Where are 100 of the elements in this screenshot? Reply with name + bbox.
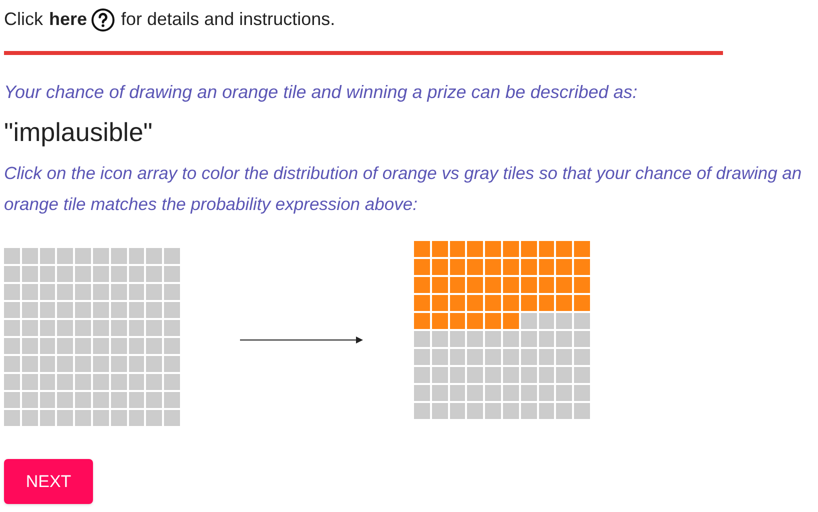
tile[interactable] [414,277,430,293]
tile[interactable] [556,241,572,257]
tile[interactable] [574,295,590,311]
tile[interactable] [538,313,554,329]
tile[interactable] [432,349,448,365]
tile[interactable] [432,313,448,329]
tile[interactable] [467,295,484,311]
tile[interactable] [503,331,519,347]
tile[interactable] [538,241,554,257]
tile[interactable] [538,331,554,347]
tile[interactable] [485,277,501,293]
tile[interactable] [450,403,466,419]
tile[interactable] [556,385,572,401]
next-button[interactable]: NEXT [4,459,93,504]
tile[interactable] [520,331,537,347]
tile[interactable] [503,385,519,401]
tile[interactable] [414,367,430,383]
tile[interactable] [520,241,537,257]
tile[interactable] [503,295,519,311]
tile[interactable] [520,349,537,365]
tile[interactable] [467,277,484,293]
tile[interactable] [503,349,519,365]
tile[interactable] [485,385,501,401]
tile[interactable] [520,367,537,383]
tile[interactable] [556,331,572,347]
tile[interactable] [485,241,501,257]
tile[interactable] [432,385,448,401]
tile[interactable] [467,403,484,419]
tile[interactable] [538,367,554,383]
tile[interactable] [450,295,466,311]
tile[interactable] [450,385,466,401]
tile[interactable] [414,313,430,329]
tile[interactable] [503,259,519,275]
tile[interactable] [414,403,430,419]
tile[interactable] [574,367,590,383]
tile[interactable] [432,241,448,257]
tile[interactable] [520,259,537,275]
tile[interactable] [556,403,572,419]
tile[interactable] [556,313,572,329]
tile[interactable] [520,313,537,329]
tile[interactable] [520,277,537,293]
tile[interactable] [467,331,484,347]
tile[interactable] [485,313,501,329]
tile[interactable] [520,403,537,419]
tile[interactable] [503,403,519,419]
tile[interactable] [574,259,590,275]
tile[interactable] [538,259,554,275]
help-link[interactable]: here [49,6,88,33]
tile[interactable] [556,295,572,311]
tile[interactable] [503,277,519,293]
tile[interactable] [450,277,466,293]
tile[interactable] [467,313,484,329]
tile[interactable] [485,349,501,365]
tile[interactable] [485,295,501,311]
tile[interactable] [450,313,466,329]
tile[interactable] [538,403,554,419]
tile[interactable] [485,259,501,275]
tile[interactable] [485,367,501,383]
tile[interactable] [556,349,572,365]
tile[interactable] [574,313,590,329]
tile[interactable] [538,295,554,311]
tile[interactable] [574,331,590,347]
tile[interactable] [538,277,554,293]
tile[interactable] [520,295,537,311]
tile[interactable] [414,259,430,275]
tile[interactable] [414,331,430,347]
tile[interactable] [450,331,466,347]
tile[interactable] [450,259,466,275]
tile[interactable] [556,277,572,293]
tile[interactable] [432,331,448,347]
tile[interactable] [414,349,430,365]
tile[interactable] [556,259,572,275]
tile[interactable] [414,241,430,257]
tile[interactable] [538,385,554,401]
tile[interactable] [574,277,590,293]
tile[interactable] [467,241,484,257]
tile[interactable] [450,241,466,257]
tile[interactable] [432,295,448,311]
help-icon[interactable] [91,8,116,32]
tile[interactable] [574,349,590,365]
tile[interactable] [520,385,537,401]
tile[interactable] [467,349,484,365]
tile[interactable] [574,241,590,257]
tile[interactable] [485,331,501,347]
tile[interactable] [450,349,466,365]
tile[interactable] [432,367,448,383]
tile[interactable] [432,259,448,275]
tile[interactable] [503,367,519,383]
tile[interactable] [574,385,590,401]
tile[interactable] [414,385,430,401]
tile[interactable] [450,367,466,383]
tile[interactable] [503,241,519,257]
tile[interactable] [414,295,430,311]
tile[interactable] [467,367,484,383]
tile[interactable] [432,403,448,419]
tile[interactable] [467,259,484,275]
tile[interactable] [503,313,519,329]
tile[interactable] [556,367,572,383]
tile[interactable] [432,277,448,293]
tile[interactable] [574,403,590,419]
